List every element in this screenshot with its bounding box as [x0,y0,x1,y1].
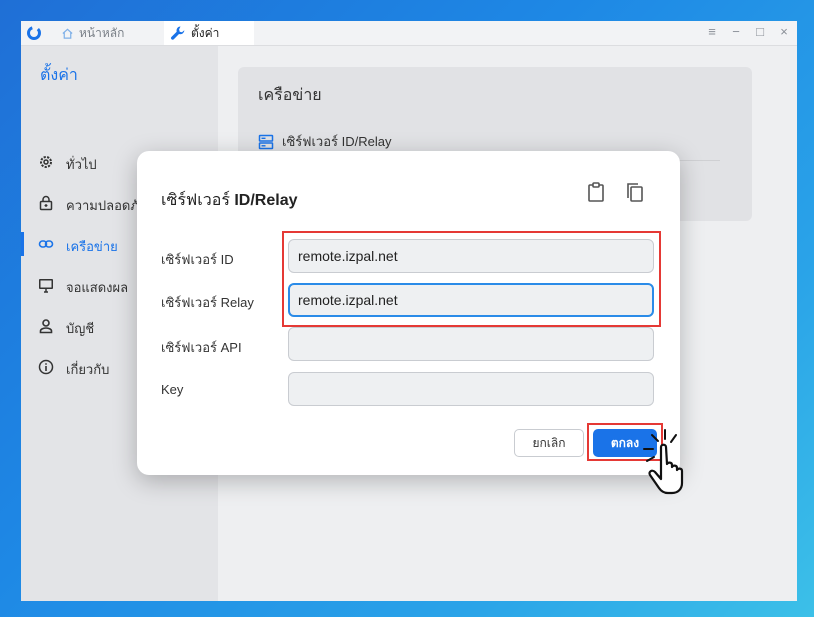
server-icon [258,134,274,149]
app-logo-icon [27,26,41,40]
server-id-input[interactable]: remote.izpal.net [288,239,654,273]
gear-icon [40,156,52,168]
tab-home-label: หน้าหลัก [79,25,125,40]
info-icon [38,359,54,375]
clipboard-icon[interactable] [586,181,606,203]
home-icon [62,28,73,39]
title-bar: หน้าหลัก ตั้งค่า ≡ − □ × [21,21,797,46]
sidebar-item-label: ความปลอดภั [66,198,139,213]
minimize-button[interactable]: − [729,24,743,39]
tab-settings-label: ตั้งค่า [191,25,220,40]
server-id-label: เซิร์ฟเวอร์ ID [161,252,234,267]
dialog-title-bold: ID/Relay [234,192,298,209]
tab-home[interactable]: หน้าหลัก [61,21,161,45]
server-row-label: เซิร์ฟเวอร์ ID/Relay [282,134,392,149]
lock-icon [39,195,53,211]
sidebar-item-label: จอแสดงผล [66,280,129,295]
sidebar-title: ตั้งค่า [40,67,78,84]
relay-server-label: เซิร์ฟเวอร์ Relay [161,295,254,310]
window-controls: ≡ − □ × [705,24,791,39]
tab-settings[interactable]: ตั้งค่า [164,21,254,45]
link-icon [38,240,54,248]
dialog-title-prefix: เซิร์ฟเวอร์ [161,192,230,209]
relay-server-input[interactable]: remote.izpal.net [288,283,654,317]
maximize-button[interactable]: □ [753,24,767,39]
server-settings-row[interactable]: เซิร์ฟเวอร์ ID/Relay [258,131,391,152]
api-server-input[interactable] [288,327,654,361]
server-dialog: เซิร์ฟเวอร์ ID/Relay เซิร์ฟเวอร์ ID remo… [137,151,680,475]
menu-icon[interactable]: ≡ [705,24,719,39]
key-input[interactable] [288,372,654,406]
close-button[interactable]: × [777,24,791,39]
cancel-button[interactable]: ยกเลิก [514,429,584,457]
sidebar-item-label: บัญชี [66,321,95,336]
monitor-icon [39,279,53,293]
sidebar-item-label: เครือข่าย [66,239,118,254]
hand-pointer-icon [643,429,684,495]
sidebar-item-label: เกี่ยวกับ [66,362,110,377]
copy-icon[interactable] [624,181,644,203]
sidebar-item-label: ทั่วไป [66,157,97,172]
key-label: Key [161,382,184,397]
api-server-label: เซิร์ฟเวอร์ API [161,340,242,355]
person-icon [39,319,53,334]
wrench-icon [171,26,185,40]
card-title: เครือข่าย [258,87,322,104]
dialog-title: เซิร์ฟเวอร์ ID/Relay [161,188,298,213]
